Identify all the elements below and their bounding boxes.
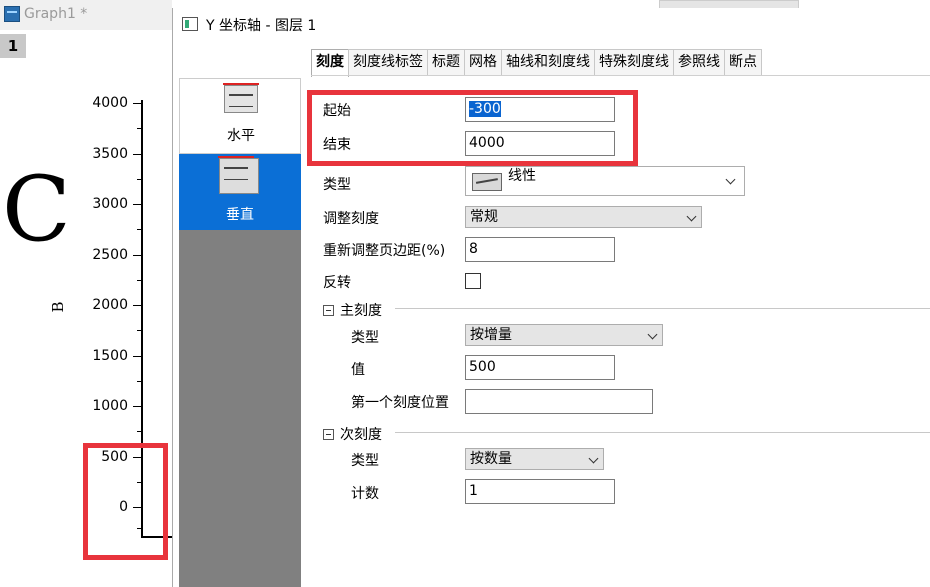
linear-scale-icon bbox=[472, 173, 502, 191]
highlight-box-axis-bottom bbox=[83, 443, 168, 560]
tab-tick-labels[interactable]: 刻度线标签 bbox=[348, 49, 428, 75]
rescale-combo[interactable]: 常规 bbox=[465, 206, 702, 228]
y-tick-label: 2000 bbox=[92, 297, 128, 313]
minor-tick bbox=[137, 128, 141, 129]
minor-count-label: 计数 bbox=[351, 486, 379, 502]
tab-reference-lines[interactable]: 参照线 bbox=[673, 49, 725, 75]
major-value-input[interactable]: 500 bbox=[465, 355, 615, 380]
minor-type-combo[interactable]: 按数量 bbox=[465, 448, 604, 470]
minor-type-value: 按数量 bbox=[470, 451, 512, 467]
minor-ticks-header-label: 次刻度 bbox=[340, 427, 382, 443]
minor-count-input[interactable]: 1 bbox=[465, 479, 615, 504]
graph-window-titlebar[interactable]: Graph1 * bbox=[0, 0, 172, 30]
tab-title[interactable]: 标题 bbox=[427, 49, 465, 75]
dialog-titlebar[interactable]: Y 坐标轴 - 图层 1 bbox=[173, 8, 930, 44]
tab-scale[interactable]: 刻度 bbox=[311, 49, 349, 77]
minor-tick bbox=[137, 229, 141, 230]
rescale-value: 常规 bbox=[470, 209, 498, 225]
y-tick-label: 2500 bbox=[92, 247, 128, 263]
major-tick bbox=[133, 255, 141, 256]
first-tick-label: 第一个刻度位置 bbox=[351, 395, 449, 411]
margin-label: 重新调整页边距(%) bbox=[323, 243, 446, 259]
margin-input[interactable]: 8 bbox=[465, 237, 615, 262]
major-type-combo[interactable]: 按增量 bbox=[465, 324, 663, 346]
scale-type-combo[interactable]: 线性 bbox=[465, 166, 745, 196]
major-tick bbox=[133, 406, 141, 407]
axis-item-horizontal-label: 水平 bbox=[227, 128, 255, 144]
collapse-icon[interactable] bbox=[323, 429, 334, 440]
major-tick bbox=[133, 103, 141, 104]
layer-badge[interactable]: 1 bbox=[0, 34, 26, 58]
group-divider bbox=[395, 432, 930, 433]
y-tick-label: 4000 bbox=[92, 95, 128, 111]
highlight-box-from-to bbox=[307, 90, 638, 166]
reverse-checkbox[interactable] bbox=[465, 273, 481, 289]
major-tick bbox=[133, 305, 141, 306]
major-value-label: 值 bbox=[351, 362, 365, 378]
dialog-app-icon bbox=[182, 17, 198, 31]
minor-ticks-group-header[interactable]: 次刻度 bbox=[323, 424, 382, 444]
tab-breaks[interactable]: 断点 bbox=[724, 49, 762, 75]
first-tick-input[interactable] bbox=[465, 389, 653, 414]
axis-selector-panel: 水平 垂直 bbox=[179, 78, 301, 587]
tab-bar: 刻度 刻度线标签 标题 网格 轴线和刻度线 特殊刻度线 参照线 断点 bbox=[311, 49, 762, 77]
y-tick-label: 3000 bbox=[92, 196, 128, 212]
major-tick bbox=[133, 154, 141, 155]
axis-item-vertical[interactable]: 垂直 bbox=[179, 154, 301, 230]
major-tick bbox=[133, 204, 141, 205]
minor-type-label: 类型 bbox=[351, 453, 379, 469]
y-tick-label: 1000 bbox=[92, 398, 128, 414]
group-divider bbox=[395, 308, 930, 309]
tab-special-ticks[interactable]: 特殊刻度线 bbox=[594, 49, 674, 75]
graph-icon bbox=[4, 6, 20, 22]
type-label: 类型 bbox=[323, 177, 351, 193]
reverse-label: 反转 bbox=[323, 275, 351, 291]
minor-tick bbox=[137, 330, 141, 331]
minor-tick bbox=[137, 179, 141, 180]
collapse-icon[interactable] bbox=[323, 305, 334, 316]
minor-tick bbox=[137, 431, 141, 432]
horizontal-axis-icon bbox=[223, 83, 259, 113]
y-tick-label: 3500 bbox=[92, 146, 128, 162]
major-tick bbox=[133, 356, 141, 357]
minor-tick bbox=[137, 381, 141, 382]
chevron-down-icon bbox=[588, 453, 599, 464]
y-tick-label: 1500 bbox=[92, 348, 128, 364]
dialog-title: Y 坐标轴 - 图层 1 bbox=[206, 18, 317, 34]
graph-window-title: Graph1 * bbox=[24, 6, 88, 22]
axis-item-horizontal[interactable]: 水平 bbox=[179, 78, 301, 154]
major-ticks-group-header[interactable]: 主刻度 bbox=[323, 300, 382, 320]
rescale-label: 调整刻度 bbox=[323, 211, 379, 227]
major-type-value: 按增量 bbox=[470, 327, 512, 343]
minor-tick bbox=[137, 280, 141, 281]
chevron-down-icon bbox=[686, 211, 697, 222]
vertical-axis-icon bbox=[218, 156, 259, 194]
tab-divider bbox=[311, 75, 930, 76]
axis-item-vertical-label: 垂直 bbox=[226, 207, 254, 223]
screen: Graph1 * 1 C B 4000 3500 3000 2500 2000 … bbox=[0, 0, 930, 587]
major-ticks-header-label: 主刻度 bbox=[340, 303, 382, 319]
major-type-label: 类型 bbox=[351, 330, 379, 346]
chevron-down-icon bbox=[647, 329, 658, 340]
tab-line-and-ticks[interactable]: 轴线和刻度线 bbox=[501, 49, 595, 75]
scale-type-value: 线性 bbox=[508, 168, 536, 184]
tab-grids[interactable]: 网格 bbox=[464, 49, 502, 75]
chevron-down-icon bbox=[725, 174, 736, 185]
